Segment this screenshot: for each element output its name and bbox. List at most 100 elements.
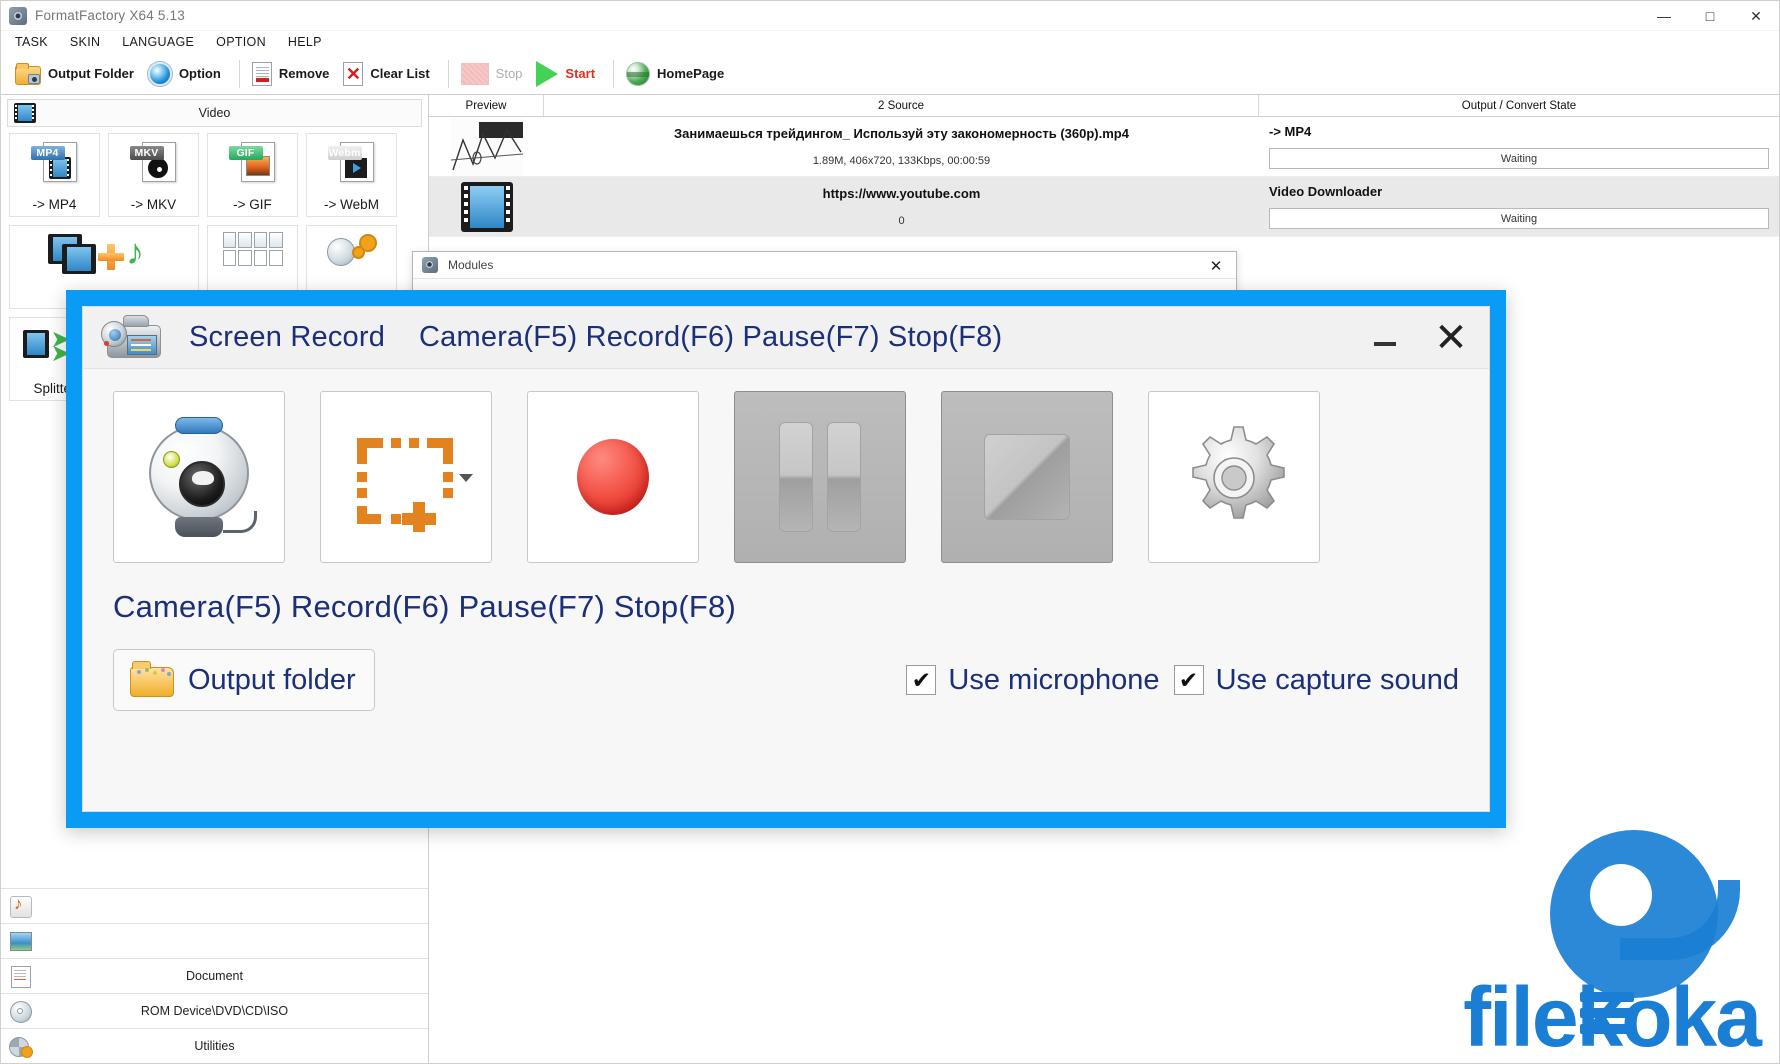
modules-icon	[422, 257, 438, 273]
tile-to-webm[interactable]: Webm -> WebM	[306, 133, 397, 217]
video-joiner-icon: ♪	[44, 232, 164, 280]
output-folder-icon	[15, 62, 41, 85]
mp4-file-icon: MP4	[30, 140, 79, 184]
row-source: https://www.youtube.com 0	[544, 177, 1259, 236]
gif-badge: GIF	[228, 146, 263, 160]
chevron-down-icon[interactable]	[459, 474, 473, 482]
sidebar-item-rom-device[interactable]: ROM Device\DVD\CD\ISO	[1, 993, 428, 1028]
sidebar-item-label: Document	[186, 969, 243, 983]
sidebar-categories: Document ROM Device\DVD\CD\ISO Utilities	[1, 888, 428, 1063]
screen-record-button-row	[113, 391, 1459, 563]
camera-button[interactable]	[113, 391, 285, 563]
output-folder-button[interactable]: Output folder	[113, 649, 375, 711]
remove-button[interactable]: Remove	[248, 56, 340, 92]
output-folder-button[interactable]: Output Folder	[11, 56, 144, 92]
tile-to-mkv[interactable]: MKV -> MKV	[108, 133, 199, 217]
sidebar-item-picture[interactable]	[1, 923, 428, 958]
record-button[interactable]	[527, 391, 699, 563]
titlebar: FormatFactory X64 5.13 — □ ✕	[1, 1, 1779, 31]
row-preview	[429, 117, 544, 176]
use-capture-sound-checkbox[interactable]: ✔ Use capture sound	[1173, 664, 1459, 697]
toolbar-separator	[238, 59, 240, 88]
screen-record-inner: Screen Record Camera(F5) Record(F6) Paus…	[82, 306, 1490, 812]
clear-list-icon: ✕	[343, 61, 364, 86]
gif-file-icon: GIF	[228, 140, 277, 184]
option-label: Option	[178, 66, 221, 81]
sidebar-category-label: Video	[198, 106, 231, 120]
tile-to-gif[interactable]: GIF -> GIF	[207, 133, 298, 217]
select-region-button[interactable]	[320, 391, 492, 563]
sidebar-item-audio[interactable]	[1, 888, 428, 923]
sidebar-category-video[interactable]: Video	[7, 99, 422, 127]
status-badge: Waiting	[1269, 148, 1769, 169]
webcam-icon	[139, 417, 259, 537]
use-microphone-checkbox[interactable]: ✔ Use microphone	[906, 663, 1160, 697]
region-select-icon	[351, 422, 461, 536]
option-icon	[147, 61, 172, 86]
record-dot-icon	[577, 439, 649, 515]
output-title: -> MP4	[1269, 124, 1312, 139]
column-header-preview[interactable]: Preview	[429, 95, 544, 116]
table-row[interactable]: https://www.youtube.com 0 Video Download…	[429, 177, 1779, 237]
menu-item-task[interactable]: TASK	[15, 35, 48, 49]
start-label: Start	[565, 66, 596, 81]
stop-label: Stop	[495, 66, 523, 81]
checkbox-check-icon[interactable]: ✔	[906, 665, 937, 695]
mkv-badge: MKV	[129, 146, 164, 160]
output-folder-label: Output folder	[188, 663, 356, 696]
homepage-label: HomePage	[657, 66, 725, 81]
tile-label: -> MP4	[32, 197, 77, 212]
output-folder-icon	[130, 661, 176, 699]
hotkey-hint-text: Camera(F5) Record(F6) Pause(F7) Stop(F8)	[113, 589, 736, 624]
screen-record-titlebar: Screen Record Camera(F5) Record(F6) Paus…	[83, 307, 1489, 369]
clear-list-button[interactable]: ✕ Clear List	[339, 56, 439, 92]
window-title: FormatFactory X64 5.13	[35, 8, 185, 23]
screen-record-minimize-button[interactable]	[1365, 318, 1405, 358]
stop-icon	[460, 62, 489, 85]
modules-titlebar: Modules ✕	[413, 252, 1236, 279]
minimize-button[interactable]: —	[1641, 1, 1687, 31]
webm-badge: Webm	[327, 146, 362, 160]
homepage-button[interactable]: HomePage	[622, 56, 734, 92]
pause-button	[734, 391, 906, 563]
option-button[interactable]: Option	[144, 56, 231, 92]
column-header-output[interactable]: Output / Convert State	[1259, 95, 1779, 116]
tile-to-mp4[interactable]: MP4 -> MP4	[9, 133, 100, 217]
menu-item-option[interactable]: OPTION	[216, 35, 266, 49]
maximize-button[interactable]: □	[1687, 1, 1733, 31]
audio-icon	[7, 894, 33, 918]
column-header-source[interactable]: 2 Source	[544, 95, 1259, 116]
use-microphone-label: Use microphone	[948, 663, 1160, 696]
settings-button[interactable]	[1148, 391, 1320, 563]
gear-icon	[1178, 421, 1290, 533]
menu-item-language[interactable]: LANGUAGE	[122, 35, 194, 49]
window-controls: — □ ✕	[1641, 1, 1779, 31]
sidebar-item-document[interactable]: Document	[1, 958, 428, 993]
tile-label: -> GIF	[233, 197, 272, 212]
gear-disc-icon	[325, 232, 379, 276]
modules-close-icon[interactable]: ✕	[1196, 252, 1236, 279]
output-title: Video Downloader	[1269, 184, 1383, 199]
mp4-badge: MP4	[30, 146, 65, 160]
screen-record-dialog: Screen Record Camera(F5) Record(F6) Paus…	[66, 290, 1506, 828]
tile-label: -> WebM	[324, 197, 379, 212]
webm-file-icon: Webm	[327, 140, 376, 184]
table-row[interactable]: Занимаешься трейдингом_ Используй эту за…	[429, 117, 1779, 177]
screen-record-close-icon[interactable]: ✕	[1427, 314, 1475, 362]
film-thumbnail	[460, 181, 513, 232]
source-title: https://www.youtube.com	[822, 186, 981, 201]
picture-icon	[7, 929, 33, 953]
toolbar-separator-3	[613, 59, 615, 88]
sidebar-item-utilities[interactable]: Utilities	[1, 1028, 428, 1063]
menu-item-help[interactable]: HELP	[288, 35, 322, 49]
waveform-thumbnail	[450, 117, 523, 176]
clear-list-label: Clear List	[370, 66, 430, 81]
menu-item-skin[interactable]: SKIN	[70, 35, 100, 49]
row-output: -> MP4 Waiting	[1259, 117, 1779, 176]
task-list-header: Preview 2 Source Output / Convert State	[429, 95, 1779, 117]
start-button[interactable]: Start	[532, 56, 605, 92]
homepage-icon	[626, 61, 651, 86]
checkbox-check-icon[interactable]: ✔	[1173, 665, 1204, 695]
close-button[interactable]: ✕	[1733, 1, 1779, 31]
toolbar: Output Folder Option Remove ✕ Clear List…	[1, 53, 1779, 95]
